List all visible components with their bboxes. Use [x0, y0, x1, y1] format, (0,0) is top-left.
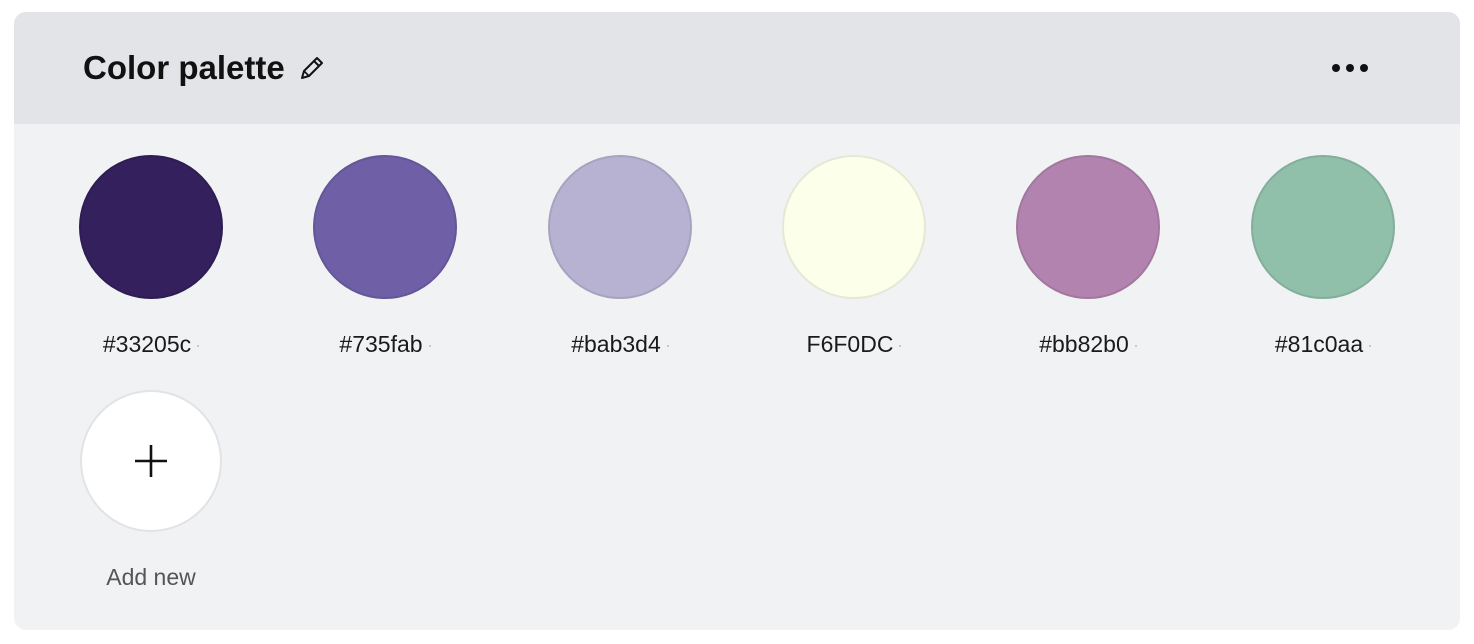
swatch-item: #81c0aa	[1228, 155, 1418, 375]
add-color-button[interactable]	[80, 390, 222, 532]
more-options-button[interactable]	[1326, 48, 1374, 88]
swatch-item: #33205c	[56, 155, 246, 375]
color-swatch[interactable]	[79, 155, 223, 299]
color-swatch[interactable]	[782, 155, 926, 299]
swatch-label: F6F0DC	[759, 331, 949, 358]
swatch-item: #bab3d4	[525, 155, 715, 375]
color-swatch[interactable]	[1251, 155, 1395, 299]
color-swatch[interactable]	[1016, 155, 1160, 299]
palette-title: Color palette	[83, 49, 285, 86]
more-horizontal-icon	[1332, 64, 1368, 72]
plus-icon	[135, 445, 167, 477]
color-swatch[interactable]	[548, 155, 692, 299]
swatch-item: F6F0DC	[759, 155, 949, 375]
swatch-item: #bb82b0	[993, 155, 1183, 375]
swatch-label: #735fab	[290, 331, 480, 358]
swatch-label: #bab3d4	[525, 331, 715, 358]
add-new-label: Add new	[106, 564, 196, 590]
swatch-label: #33205c	[56, 331, 246, 358]
swatch-label: #bb82b0	[993, 331, 1183, 358]
swatch-label: #81c0aa	[1228, 331, 1418, 358]
add-new-item: Add new	[56, 390, 246, 610]
color-swatch[interactable]	[313, 155, 457, 299]
color-palette-card: Color palette #33205c #735fab #bab3d4 F6…	[14, 12, 1460, 630]
swatch-item: #735fab	[290, 155, 480, 375]
pencil-icon[interactable]	[298, 54, 326, 82]
palette-header: Color palette	[14, 12, 1460, 124]
